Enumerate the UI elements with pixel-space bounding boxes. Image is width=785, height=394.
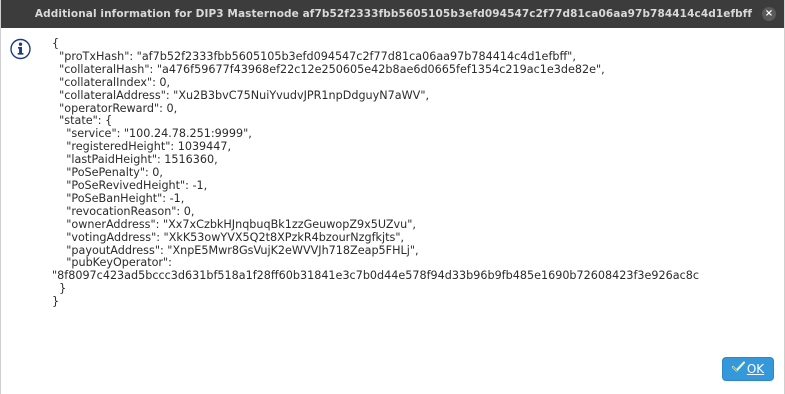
masternode-info-dialog: Additional information for DIP3 Masterno… — [0, 0, 785, 394]
ok-button[interactable]: OK — [722, 357, 774, 381]
dialog-title: Additional information for DIP3 Masterno… — [34, 8, 753, 20]
json-line: "operatorReward": 0, — [52, 101, 178, 115]
json-line: "ownerAddress": "Xx7xCzbkHJnqbuqBk1zzGeu… — [52, 217, 416, 231]
json-line: "collateralAddress": "Xu2B3bvC75NuiYvudv… — [52, 88, 430, 102]
checkmark-icon — [731, 357, 745, 379]
json-line: "8f8097c423ad5bccc3d631bf518a1f28ff60b31… — [52, 269, 700, 283]
json-line: "PoSeBanHeight": -1, — [52, 191, 185, 205]
json-line: "lastPaidHeight": 1516360, — [52, 153, 218, 167]
json-line: } — [52, 295, 60, 309]
json-line: "state": { — [52, 114, 113, 128]
json-line: "PoSeRevivedHeight": -1, — [52, 178, 208, 192]
masternode-json-text: { "proTxHash": "af7b52f2333fbb5605105b3e… — [52, 37, 700, 309]
json-line: "votingAddress": "XkK53owYVX5Q2t8XPzkR4b… — [52, 230, 405, 244]
json-line: "service": "100.24.78.251:9999", — [52, 127, 252, 141]
info-icon — [10, 38, 32, 60]
json-line: { — [52, 37, 60, 50]
json-line: "PoSePenalty": 0, — [52, 166, 163, 180]
json-line: "revocationReason": 0, — [52, 204, 195, 218]
json-line: } — [52, 282, 67, 296]
json-line: "pubKeyOperator": — [52, 256, 172, 270]
close-icon[interactable]: × — [762, 7, 776, 21]
json-line: "collateralIndex": 0, — [52, 75, 171, 89]
dialog-titlebar[interactable]: Additional information for DIP3 Masterno… — [1, 0, 784, 28]
json-line: "proTxHash": "af7b52f2333fbb5605105b3efd… — [52, 49, 576, 63]
json-line: "registeredHeight": 1039447, — [52, 140, 232, 154]
ok-button-label: OK — [746, 362, 765, 376]
json-line: "collateralHash": "a476f59677f43968ef22c… — [52, 62, 605, 76]
json-line: "payoutAddress": "XnpE5Mwr8GsVujK2eWVVJh… — [52, 243, 419, 257]
